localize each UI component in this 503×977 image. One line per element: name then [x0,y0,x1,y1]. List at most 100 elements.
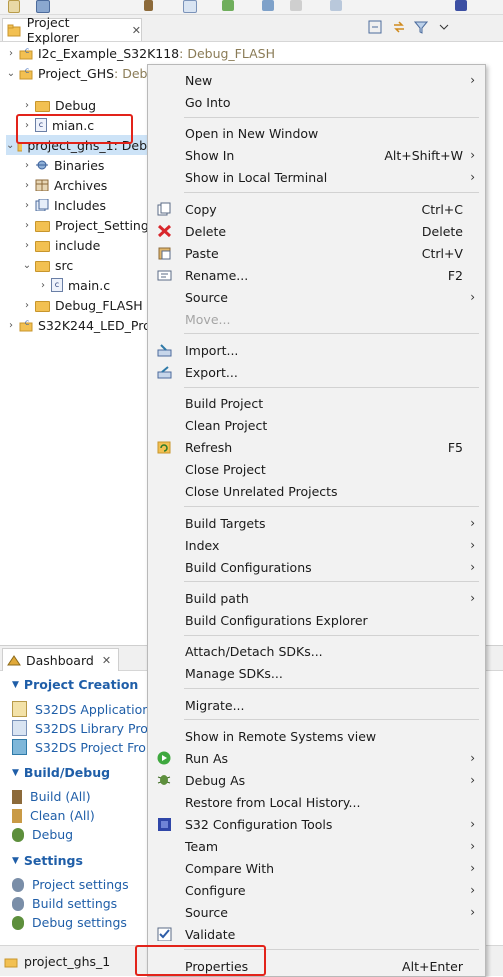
tree-item-i2c-example[interactable]: › C I2c_Example_S32K118: Debug_FLASH [6,43,275,63]
section-toggle-icon[interactable]: ▼ [12,768,19,778]
tree-item-archives[interactable]: › Archives [22,175,107,195]
menu-item-s32-configuration-tools[interactable]: S32 Configuration Tools › [148,813,485,835]
paste-icon [158,247,171,260]
menu-item-rename[interactable]: Rename... F2 [148,264,485,286]
tree-item-project-ghs[interactable]: ⌄ C Project_GHS: Debug [6,63,164,83]
view-menu-icon[interactable] [437,20,451,34]
menu-item-clean-project[interactable]: Clean Project [148,414,485,436]
menu-item-close-unrelated-projects[interactable]: Close Unrelated Projects [148,480,485,502]
tab-project-explorer[interactable]: Project Explorer ✕ [2,15,142,45]
menu-item-run-as[interactable]: Run As › [148,747,485,769]
collapsed-arrow-icon[interactable]: › [22,160,32,171]
debug-icon[interactable] [222,0,234,11]
submenu-arrow-icon: › [470,73,475,87]
tree-item-includes[interactable]: › Includes [22,195,106,215]
menu-item-debug-as[interactable]: Debug As › [148,769,485,791]
menu-item-copy[interactable]: Copy Ctrl+C [148,198,485,220]
link-project-settings[interactable]: Project settings [12,877,129,892]
menu-item-team[interactable]: Team › [148,835,485,857]
link-debug-settings[interactable]: Debug settings [12,915,127,930]
link-build-all[interactable]: Build (All) [12,789,91,804]
menu-item-move: Move... [148,308,485,330]
tree-item-debug-flash[interactable]: › Debug_FLASH [22,295,143,315]
folder-icon [35,240,50,252]
tree-item-binaries[interactable]: › Binaries [22,155,104,175]
collapsed-arrow-icon[interactable]: › [6,48,16,59]
menu-item-open-in-new-window[interactable]: Open in New Window [148,122,485,144]
expanded-arrow-icon[interactable]: ⌄ [22,260,32,271]
collapse-all-icon[interactable] [368,20,382,34]
tree-item-s32k244-led[interactable]: › C S32K244_LED_Proj [6,315,154,335]
close-icon[interactable]: ✕ [132,24,141,37]
menu-item-migrate[interactable]: Migrate... [148,694,485,716]
menu-item-index[interactable]: Index › [148,534,485,556]
menu-item-label: Source [185,289,228,305]
menu-item-show-in-remote-systems-view[interactable]: Show in Remote Systems view [148,725,485,747]
link-build-settings[interactable]: Build settings [12,896,117,911]
expanded-arrow-icon[interactable]: ⌄ [6,68,16,79]
search-tool-icon[interactable] [290,0,302,11]
menu-item-manage-sdks[interactable]: Manage SDKs... [148,662,485,684]
new-icon[interactable] [8,0,20,13]
tree-item-main-c[interactable]: › c main.c [38,275,110,295]
menu-item-build-path[interactable]: Build path › [148,587,485,609]
menu-item-export[interactable]: Export... [148,361,485,383]
link-editor-icon[interactable] [392,20,406,34]
menu-item-go-into[interactable]: Go Into [148,91,485,113]
save-icon[interactable] [36,0,50,13]
section-toggle-icon[interactable]: ▼ [12,680,19,690]
link-s32ds-application[interactable]: S32DS Application [12,701,150,717]
link-clean-all[interactable]: Clean (All) [12,808,95,823]
collapsed-arrow-icon[interactable]: › [22,100,32,111]
nav-icon[interactable] [330,0,342,11]
menu-item-source[interactable]: Source › [148,286,485,308]
submenu-arrow-icon: › [470,170,475,184]
binary-icon[interactable] [183,0,197,13]
menu-item-new[interactable]: New › [148,69,485,91]
menu-item-compare-with[interactable]: Compare With › [148,857,485,879]
collapsed-arrow-icon[interactable]: › [22,200,32,211]
tree-item-debug[interactable]: › Debug [22,95,96,115]
collapsed-arrow-icon[interactable]: › [22,300,32,311]
menu-item-build-project[interactable]: Build Project [148,392,485,414]
build-hammer-icon[interactable] [144,0,153,11]
close-icon[interactable]: ✕ [102,654,111,667]
menu-item-close-project[interactable]: Close Project [148,458,485,480]
collapsed-arrow-icon[interactable]: › [6,320,16,331]
menu-item-validate[interactable]: Validate [148,923,485,945]
monitor-icon[interactable] [262,0,274,11]
menu-separator [184,192,479,193]
menu-item-refresh[interactable]: Refresh F5 [148,436,485,458]
menu-item-source[interactable]: Source › [148,901,485,923]
menu-item-restore-from-local-history[interactable]: Restore from Local History... [148,791,485,813]
menu-item-show-in-local-terminal[interactable]: Show in Local Terminal › [148,166,485,188]
menu-item-attach-detach-sdks[interactable]: Attach/Detach SDKs... [148,640,485,662]
tree-item-project-settings[interactable]: › Project_Settings [22,215,155,235]
menu-item-show-in[interactable]: Show In Alt+Shift+W › [148,144,485,166]
section-toggle-icon[interactable]: ▼ [12,856,19,866]
menu-item-build-targets[interactable]: Build Targets › [148,512,485,534]
menu-item-import[interactable]: Import... [148,339,485,361]
section-settings[interactable]: ▼ Settings [12,853,83,868]
menu-item-build-configurations-explorer[interactable]: Build Configurations Explorer [148,609,485,631]
link-label: Debug [32,827,74,842]
filter-icon[interactable] [414,20,428,34]
menu-item-configure[interactable]: Configure › [148,879,485,901]
collapsed-arrow-icon[interactable]: › [38,280,48,291]
menu-item-delete[interactable]: Delete Delete [148,220,485,242]
link-s32ds-project-from[interactable]: S32DS Project From [12,739,158,755]
link-debug[interactable]: Debug [12,827,73,842]
link-s32ds-library[interactable]: S32DS Library Proje [12,720,159,736]
collapsed-arrow-icon[interactable]: › [22,240,32,251]
expanded-arrow-icon[interactable]: ⌄ [6,140,14,151]
tree-item-include[interactable]: › include [22,235,100,255]
menu-item-build-configurations[interactable]: Build Configurations › [148,556,485,578]
menu-item-paste[interactable]: Paste Ctrl+V [148,242,485,264]
section-project-creation[interactable]: ▼ Project Creation [12,677,138,692]
perspective-icon[interactable] [455,0,467,11]
collapsed-arrow-icon[interactable]: › [22,180,32,191]
tab-dashboard[interactable]: Dashboard ✕ [2,648,119,671]
collapsed-arrow-icon[interactable]: › [22,220,32,231]
tree-item-src[interactable]: ⌄ src [22,255,73,275]
section-build-debug[interactable]: ▼ Build/Debug [12,765,110,780]
